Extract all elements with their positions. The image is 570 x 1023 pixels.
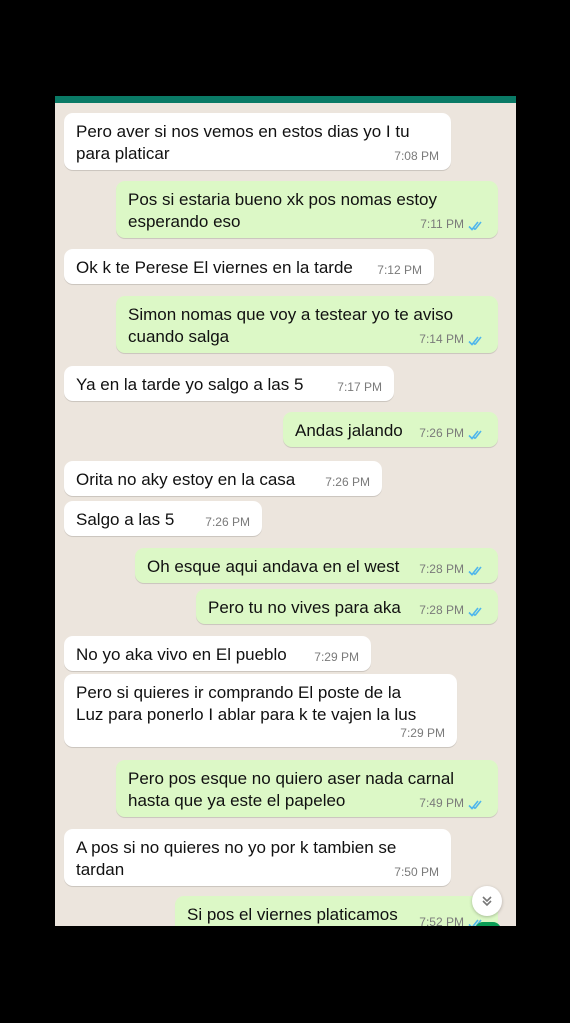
- chat-area: Pero aver si nos vemos en estos dias yo …: [55, 96, 516, 926]
- incoming-message[interactable]: Salgo a las 5 7:26 PM: [64, 501, 262, 536]
- outgoing-message[interactable]: Pero pos esque no quiero aser nada carna…: [116, 760, 498, 817]
- outgoing-message[interactable]: Oh esque aqui andava en el west 7:28 PM: [135, 548, 498, 583]
- message-text: Pero tu no vives para aka: [208, 598, 401, 617]
- message-timestamp: 7:28 PM: [419, 562, 464, 576]
- incoming-message[interactable]: No yo aka vivo en El pueblo 7:29 PM: [64, 636, 371, 671]
- incoming-message[interactable]: Pero aver si nos vemos en estos dias yo …: [64, 113, 451, 170]
- incoming-message[interactable]: Ok k te Perese El viernes en la tarde 7:1…: [64, 249, 434, 284]
- message-timestamp: 7:50 PM: [394, 865, 439, 879]
- double-check-icon: [468, 220, 486, 232]
- outgoing-message[interactable]: Pos si estaria bueno xk pos nomas estoy …: [116, 181, 498, 238]
- message-text: Orita no aky estoy en la casa: [76, 470, 296, 489]
- message-timestamp: 7:26 PM: [205, 515, 250, 529]
- incoming-message[interactable]: Orita no aky estoy en la casa 7:26 PM: [64, 461, 382, 496]
- message-timestamp: 7:52 PM: [419, 915, 464, 926]
- message-text: Simon nomas que voy a testear yo te avis…: [128, 305, 454, 346]
- double-chevron-down-icon: [482, 896, 492, 907]
- outgoing-message[interactable]: Si pos el viernes platicamos 7:52 PM: [175, 896, 498, 926]
- message-text: No yo aka vivo en El pueblo: [76, 645, 287, 664]
- message-text: Oh esque aqui andava en el west: [147, 557, 400, 576]
- message-text: Ok k te Perese El viernes en la tarde: [76, 258, 353, 277]
- message-timestamp: 7:08 PM: [394, 149, 439, 163]
- incoming-message[interactable]: A pos si no quieres no yo por k tambien …: [64, 829, 451, 886]
- incoming-message[interactable]: Pero si quieres ir comprando El poste de…: [64, 674, 457, 747]
- message-text: Pero si quieres ir comprando El poste de…: [76, 683, 417, 724]
- message-text: Si pos el viernes platicamos: [187, 905, 398, 924]
- message-timestamp: 7:14 PM: [419, 332, 464, 346]
- double-check-icon: [468, 565, 486, 577]
- outgoing-message[interactable]: Simon nomas que voy a testear yo te avis…: [116, 296, 498, 353]
- message-timestamp: 7:26 PM: [419, 426, 464, 440]
- message-text: Salgo a las 5: [76, 510, 175, 529]
- message-text: A pos si no quieres no yo por k tambien …: [76, 838, 397, 879]
- scroll-to-bottom-button[interactable]: [472, 886, 502, 916]
- message-timestamp: 7:26 PM: [325, 475, 370, 489]
- message-text: Pero aver si nos vemos en estos dias yo …: [76, 122, 410, 163]
- double-check-icon: [468, 429, 486, 441]
- double-check-icon: [468, 606, 486, 618]
- message-text: Andas jalando: [295, 421, 403, 440]
- incoming-message[interactable]: Ya en la tarde yo salgo a las 5 7:17 PM: [64, 366, 394, 401]
- message-timestamp: 7:29 PM: [400, 726, 445, 740]
- message-timestamp: 7:12 PM: [377, 263, 422, 277]
- message-text: Pos si estaria bueno xk pos nomas estoy …: [128, 190, 437, 231]
- message-timestamp: 7:11 PM: [420, 217, 464, 231]
- message-timestamp: 7:17 PM: [337, 380, 382, 394]
- chat-header-edge: [55, 96, 516, 103]
- outgoing-message[interactable]: Andas jalando 7:26 PM: [283, 412, 498, 447]
- new-message-indicator: [475, 922, 501, 926]
- message-timestamp: 7:49 PM: [419, 796, 464, 810]
- message-timestamp: 7:28 PM: [419, 603, 464, 617]
- double-check-icon: [468, 799, 486, 811]
- message-timestamp: 7:29 PM: [314, 650, 359, 664]
- outgoing-message[interactable]: Pero tu no vives para aka 7:28 PM: [196, 589, 498, 624]
- message-text: Pero pos esque no quiero aser nada carna…: [128, 769, 455, 810]
- message-text: Ya en la tarde yo salgo a las 5: [76, 375, 304, 394]
- double-check-icon: [468, 335, 486, 347]
